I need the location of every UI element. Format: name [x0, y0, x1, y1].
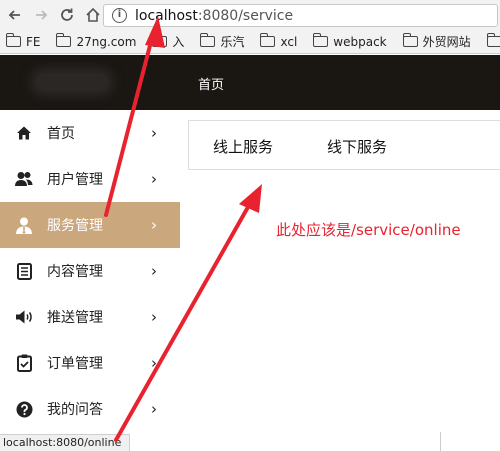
tab-online-service[interactable]: 线上服务	[213, 136, 273, 157]
home-icon	[15, 124, 33, 142]
bookmarks-bar: FE 27ng.com 入 乐汽 xcl webpack 外贸网站 fengsh	[0, 30, 500, 54]
info-icon[interactable]: i	[112, 8, 127, 23]
folder-icon	[200, 33, 216, 47]
chevron-right-icon: ›	[151, 170, 157, 188]
bookmark-label: webpack	[333, 34, 387, 49]
sidebar-item-service[interactable]: 服务管理 ›	[0, 202, 180, 248]
sidebar-item-label: 首页	[47, 126, 75, 142]
sidebar-item-label: 我的问答	[47, 402, 103, 418]
chevron-right-icon: ›	[151, 308, 157, 326]
bookmark-folder[interactable]: 入	[152, 33, 184, 50]
sidebar-item-home[interactable]: 首页 ›	[0, 110, 180, 156]
folder-icon	[260, 33, 276, 47]
address-bar[interactable]: i localhost:8080/service	[103, 4, 498, 27]
clipboard-icon	[15, 354, 33, 372]
sidebar-item-label: 内容管理	[47, 264, 103, 280]
tab-offline-service[interactable]: 线下服务	[327, 136, 387, 157]
bookmark-folder[interactable]: 乐汽	[200, 33, 244, 50]
chevron-right-icon: ›	[151, 354, 157, 372]
reload-icon[interactable]	[56, 4, 78, 26]
blurred-logo	[36, 73, 108, 91]
sidebar-item-orders[interactable]: 订单管理 ›	[0, 340, 180, 386]
folder-icon	[56, 33, 72, 47]
chevron-right-icon: ›	[151, 124, 157, 142]
bookmark-folder[interactable]: 27ng.com	[56, 33, 137, 49]
header-nav-home[interactable]: 首页	[198, 74, 224, 93]
chevron-right-icon: ›	[151, 400, 157, 418]
bookmark-folder[interactable]: 外贸网站	[402, 33, 471, 50]
sidebar-item-content[interactable]: 内容管理 ›	[0, 248, 180, 294]
back-icon[interactable]	[4, 4, 26, 26]
url-text: localhost:8080/service	[135, 8, 293, 24]
bookmark-label: 外贸网站	[422, 35, 471, 49]
folder-icon	[486, 33, 500, 47]
question-icon	[15, 400, 33, 418]
bookmark-label: xcl	[280, 34, 298, 49]
app-header: 首页	[0, 55, 500, 110]
sidebar: 首页 › 用户管理 › 服务管理 › 内容管理 › 推送管理 › 订单管理 ›	[0, 110, 180, 451]
annotation-note: 此处应该是/service/online	[276, 221, 461, 239]
sidebar-item-label: 订单管理	[47, 356, 103, 372]
sidebar-item-push[interactable]: 推送管理 ›	[0, 294, 180, 340]
sidebar-item-qa[interactable]: 我的问答 ›	[0, 386, 180, 432]
divider	[440, 432, 441, 451]
service-tabs: 线上服务 线下服务	[188, 120, 500, 170]
chevron-right-icon: ›	[151, 262, 157, 280]
folder-icon	[152, 33, 168, 47]
bookmark-folder[interactable]: FE	[6, 33, 41, 49]
bookmark-folder[interactable]: xcl	[260, 33, 298, 49]
url-path: :8080/service	[197, 7, 294, 24]
bookmark-label: 27ng.com	[76, 34, 137, 49]
bookmark-folder[interactable]: fengsh	[486, 33, 500, 49]
user-tie-icon	[15, 216, 33, 234]
url-host: localhost	[135, 7, 198, 24]
document-icon	[15, 262, 33, 280]
status-bar-url: localhost:8080/online	[0, 434, 130, 451]
sidebar-item-label: 服务管理	[47, 218, 103, 234]
bookmark-label: FE	[26, 34, 41, 49]
folder-icon	[313, 33, 329, 47]
bookmark-folder[interactable]: webpack	[313, 33, 387, 49]
forward-icon[interactable]	[30, 4, 52, 26]
users-icon	[15, 170, 33, 188]
bookmark-label: 乐汽	[220, 35, 245, 49]
sidebar-item-users[interactable]: 用户管理 ›	[0, 156, 180, 202]
sidebar-item-label: 用户管理	[47, 172, 103, 188]
sidebar-item-label: 推送管理	[47, 310, 103, 326]
folder-icon	[6, 33, 21, 47]
home-button-icon[interactable]	[82, 4, 104, 26]
bookmark-label: 入	[172, 35, 185, 49]
speaker-icon	[15, 308, 33, 326]
main-content: 线上服务 线下服务	[180, 110, 500, 451]
folder-icon	[402, 33, 418, 47]
chevron-right-icon: ›	[151, 216, 157, 234]
